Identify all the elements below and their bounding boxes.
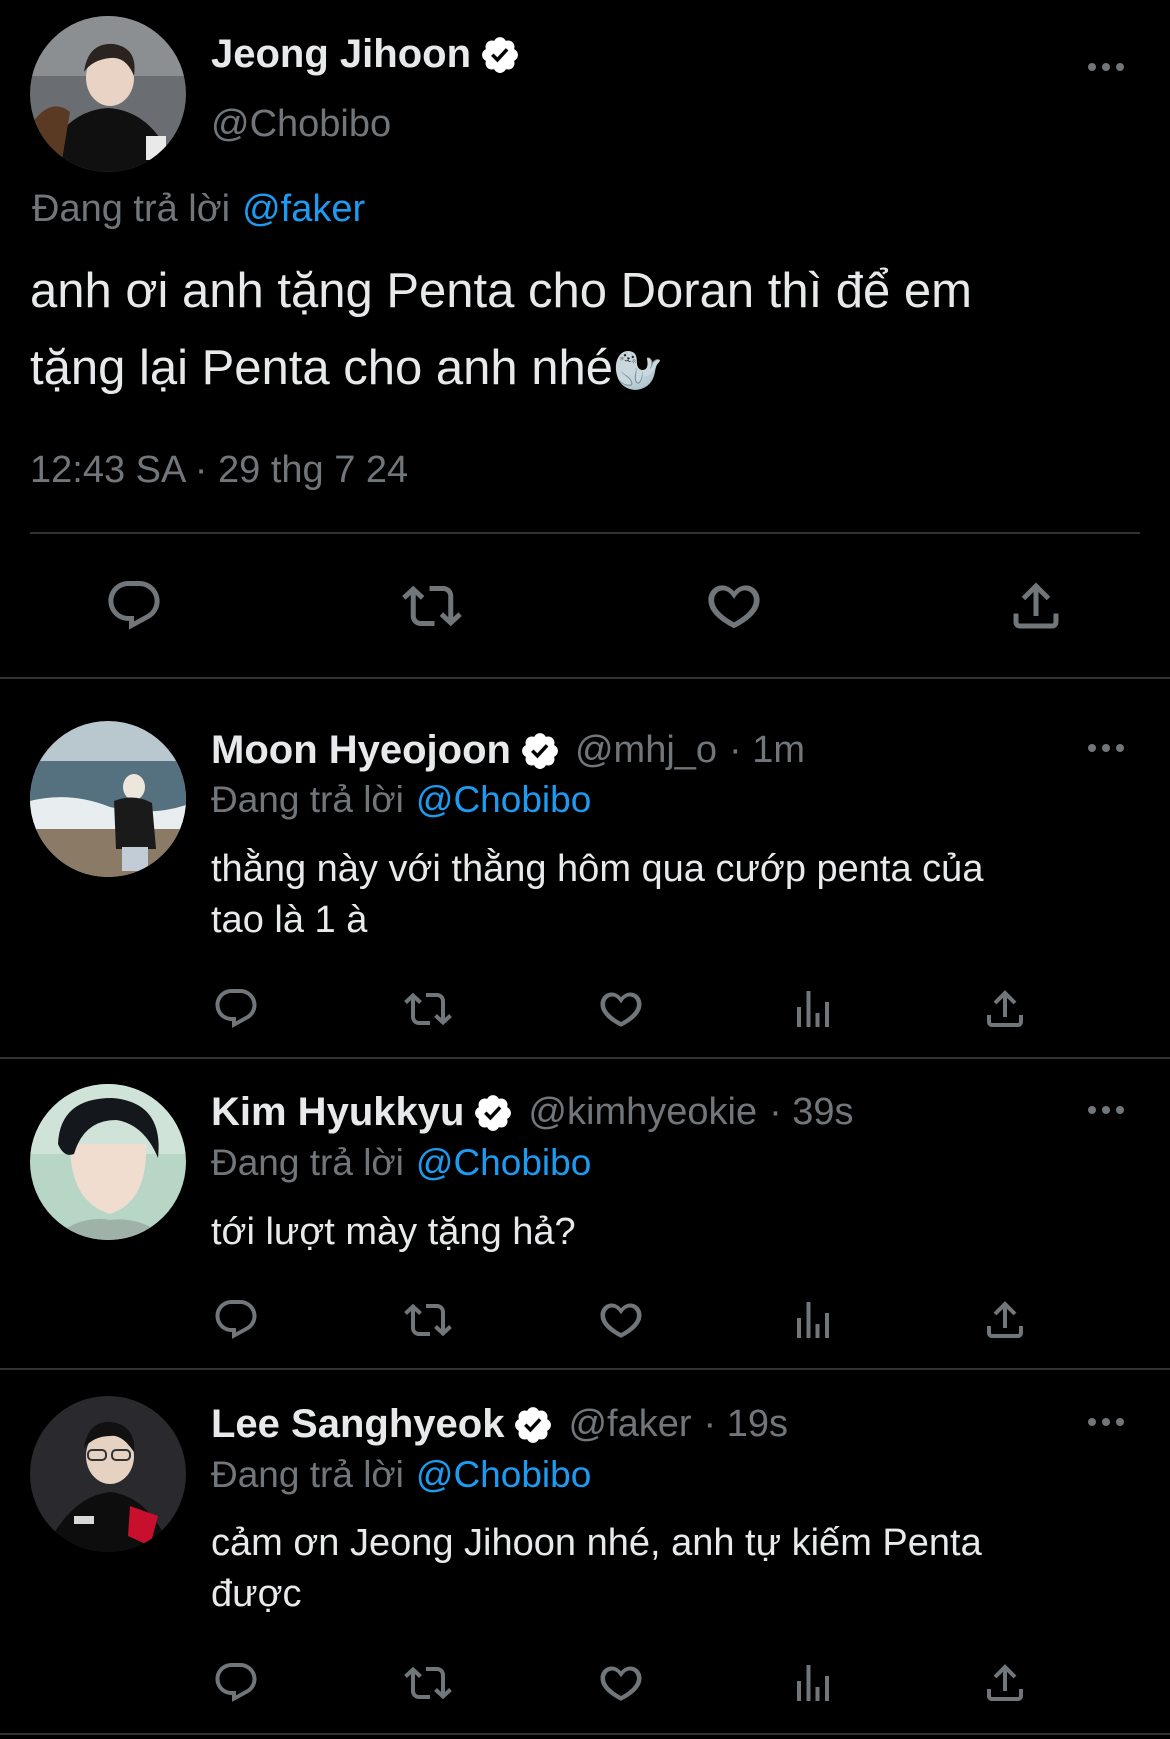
share-icon[interactable] [981, 1296, 1029, 1344]
retweet-icon[interactable] [404, 1296, 452, 1344]
replying-prefix: Đang trả lời [32, 188, 231, 230]
replying-prefix: Đang trả lời [211, 779, 404, 820]
reply-text: cảm ơn Jeong Jihoon nhé, anh tự kiếm Pen… [211, 1518, 1151, 1620]
like-icon[interactable] [597, 1296, 645, 1344]
retweet-icon[interactable] [402, 576, 462, 636]
reply-author-handle[interactable]: @kimhyeokie [528, 1091, 757, 1134]
section-divider [0, 1057, 1170, 1059]
reply-time[interactable]: · 39s [769, 1091, 853, 1134]
tweet-text-line: tặng lại Penta cho anh nhé [30, 341, 614, 395]
more-options-icon[interactable] [1088, 61, 1128, 73]
like-icon[interactable] [597, 1659, 645, 1707]
reply-icon[interactable] [104, 576, 164, 636]
replying-to: Đang trả lời @faker [32, 188, 365, 231]
verified-badge-icon [519, 730, 561, 772]
avatar-kim-hyukkyu[interactable] [30, 1084, 186, 1240]
reply-text-line: cảm ơn Jeong Jihoon nhé, anh tự kiếm Pen… [211, 1522, 982, 1564]
reply-author-handle[interactable]: @mhj_o [575, 729, 717, 772]
reply-text: thằng này với thằng hôm qua cướp penta c… [211, 844, 1151, 946]
share-icon[interactable] [1006, 576, 1066, 636]
retweet-icon[interactable] [404, 985, 452, 1033]
section-divider [0, 1733, 1170, 1735]
reply-icon[interactable] [212, 1296, 260, 1344]
tweet-text-line: anh ơi anh tặng Penta cho Doran thì để e… [30, 264, 972, 318]
replying-to: Đang trả lời @Chobibo [211, 1142, 591, 1184]
retweet-icon[interactable] [404, 1659, 452, 1707]
replying-prefix: Đang trả lời [211, 1142, 404, 1183]
like-icon[interactable] [597, 985, 645, 1033]
replying-to: Đang trả lời @Chobibo [211, 779, 591, 821]
more-options-icon[interactable] [1088, 742, 1128, 754]
tweet-timestamp[interactable]: 12:43 SA · 29 thg 7 24 [30, 449, 408, 492]
replying-mention[interactable]: @faker [242, 188, 365, 231]
avatar-jeong-jihoon[interactable] [30, 16, 186, 172]
reply-icon[interactable] [212, 985, 260, 1033]
verified-badge-icon [472, 1092, 514, 1134]
section-divider [0, 677, 1170, 679]
reply-time[interactable]: · 19s [704, 1403, 788, 1446]
reply-author-handle[interactable]: @faker [568, 1403, 691, 1446]
views-icon[interactable] [789, 985, 837, 1033]
avatar-lee-sanghyeok[interactable] [30, 1396, 186, 1552]
author-name[interactable]: Jeong Jihoon [211, 32, 471, 77]
like-icon[interactable] [704, 576, 764, 636]
reply-text-line: thằng này với thằng hôm qua cướp penta c… [211, 848, 984, 890]
more-options-icon[interactable] [1088, 1104, 1128, 1116]
replying-mention[interactable]: @Chobibo [416, 1454, 591, 1496]
replying-to: Đang trả lời @Chobibo [211, 1454, 591, 1496]
share-icon[interactable] [981, 985, 1029, 1033]
reply-author-name[interactable]: Lee Sanghyeok [211, 1402, 504, 1447]
more-options-icon[interactable] [1088, 1416, 1128, 1428]
reply-text-line: tao là 1 à [211, 899, 368, 941]
views-icon[interactable] [789, 1296, 837, 1344]
reply-text-line: được [211, 1573, 302, 1615]
verified-badge-icon [512, 1404, 554, 1446]
reply-text: tới lượt mày tặng hả? [211, 1207, 1151, 1258]
verified-badge-icon [479, 34, 521, 76]
reply-time[interactable]: · 1m [729, 729, 805, 772]
views-icon[interactable] [789, 1659, 837, 1707]
avatar-moon-hyeojoon[interactable] [30, 721, 186, 877]
replying-mention[interactable]: @Chobibo [416, 1142, 591, 1184]
section-divider [0, 1368, 1170, 1370]
reply-author-name[interactable]: Kim Hyukkyu [211, 1090, 464, 1135]
author-handle[interactable]: @Chobibo [211, 103, 391, 146]
share-icon[interactable] [981, 1659, 1029, 1707]
replying-mention[interactable]: @Chobibo [416, 779, 591, 821]
replying-prefix: Đang trả lời [211, 1454, 404, 1495]
reply-text-line: tới lượt mày tặng hả? [211, 1211, 576, 1253]
seal-emoji: 🦭 [613, 349, 663, 393]
reply-icon[interactable] [212, 1659, 260, 1707]
reply-author-name[interactable]: Moon Hyeojoon [211, 728, 511, 773]
tweet-text: anh ơi anh tặng Penta cho Doran thì để e… [30, 253, 1150, 410]
divider [30, 532, 1140, 534]
